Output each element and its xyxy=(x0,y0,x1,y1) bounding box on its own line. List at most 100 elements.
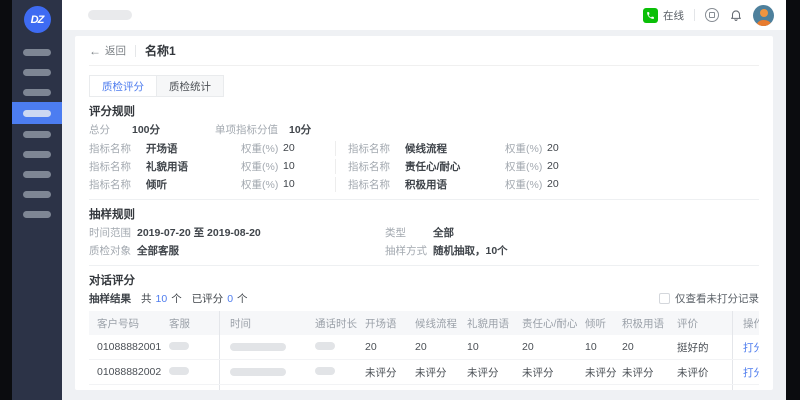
sidebar-item[interactable] xyxy=(12,144,62,164)
table-row: 01088882001 20 20 10 20 10 20 挺好的 xyxy=(89,335,759,360)
cell-score: 未评分 xyxy=(415,390,467,391)
inspect-target-value: 全部客服 xyxy=(137,243,179,258)
app-logo[interactable]: DZ xyxy=(24,6,51,33)
col-header-responsibility: 责任心/耐心 xyxy=(522,316,585,331)
cell-customer-number: 01088882001 xyxy=(89,341,169,353)
menu-placeholder xyxy=(23,211,51,218)
menu-placeholder xyxy=(23,89,51,96)
menu-placeholder xyxy=(23,151,51,158)
cell-score: 未评分 xyxy=(365,390,415,391)
score-link[interactable]: 打分 xyxy=(743,365,759,380)
cell-evaluation: 挺好的 xyxy=(677,340,732,355)
tab-quality-scoring[interactable]: 质检评分 xyxy=(89,75,157,97)
time-placeholder xyxy=(230,368,286,376)
col-header-call-duration: 通话时长 xyxy=(315,316,365,331)
col-header-listening: 倾听 xyxy=(585,316,622,331)
menu-placeholder xyxy=(23,69,51,76)
sampling-row: 时间范围 2019-07-20 至 2019-08-20 类型 全部 xyxy=(89,223,759,241)
breadcrumb-placeholder xyxy=(88,10,132,20)
sidebar-item-active[interactable] xyxy=(12,102,62,124)
sidebar-item[interactable] xyxy=(12,42,62,62)
total-count: 10 xyxy=(156,293,168,305)
sidebar-nav xyxy=(12,42,62,224)
weight-value: 20 xyxy=(547,160,559,172)
workbench-icon[interactable] xyxy=(705,8,719,22)
filter-label: 仅查看未打分记录 xyxy=(675,291,759,306)
table-header-row: 客户号码 客服 时间 通话时长 开场语 候线流程 礼貌用语 责任心/耐心 倾听 … xyxy=(89,311,759,335)
notification-bell-icon[interactable] xyxy=(729,8,743,22)
inspect-target-label: 质检对象 xyxy=(89,243,137,258)
duration-placeholder xyxy=(315,367,335,375)
app-window: DZ 在线 xyxy=(12,0,786,400)
score-link[interactable]: 打分 xyxy=(743,390,759,391)
menu-placeholder xyxy=(23,131,51,138)
indicator-name: 候线流程 xyxy=(405,141,505,156)
menu-placeholder xyxy=(23,49,51,56)
col-header-customer-number: 客户号码 xyxy=(89,316,169,331)
table-row: 01088882003 未评分 未评分 未评分 未评分 未评分 未评分 未 xyxy=(89,385,759,390)
cell-score: 未评分 xyxy=(622,390,677,391)
indicator-name: 积极用语 xyxy=(405,177,505,192)
cell-agent xyxy=(169,366,219,378)
sidebar-item[interactable] xyxy=(12,62,62,82)
cell-score: 20 xyxy=(522,341,585,353)
scored-label: 已评分 xyxy=(192,291,224,306)
tab-quality-statistics[interactable]: 质检统计 xyxy=(157,75,224,97)
cell-evaluation: 未评价 xyxy=(677,390,732,391)
section-title-dialog: 对话评分 xyxy=(89,274,759,289)
weight-label: 权重(%) xyxy=(241,141,283,156)
menu-placeholder xyxy=(23,110,51,117)
weight-label: 权重(%) xyxy=(505,159,547,174)
sidebar-item[interactable] xyxy=(12,82,62,102)
sidebar: DZ xyxy=(12,0,62,400)
online-status[interactable]: 在线 xyxy=(643,8,684,23)
col-header-hold-process: 候线流程 xyxy=(415,316,467,331)
card-header: ← 返回 名称1 xyxy=(89,36,759,66)
detail-card: ← 返回 名称1 质检评分 质检统计 评分规则 总分 100分 xyxy=(75,36,773,390)
total-prefix: 共 xyxy=(141,291,152,306)
col-header-positive-language: 积极用语 xyxy=(622,316,677,331)
cell-score: 未评分 xyxy=(585,390,622,391)
indicator-name-label: 指标名称 xyxy=(348,177,405,192)
phone-status-icon xyxy=(643,8,658,23)
indicator-name-label: 指标名称 xyxy=(89,159,146,174)
indicator-name-label: 指标名称 xyxy=(348,141,405,156)
weight-value: 10 xyxy=(283,178,295,190)
sidebar-item[interactable] xyxy=(12,164,62,184)
user-avatar[interactable] xyxy=(753,5,774,26)
back-label: 返回 xyxy=(105,43,126,58)
cell-score: 10 xyxy=(585,341,622,353)
indicator-name: 责任心/耐心 xyxy=(405,159,505,174)
header-divider xyxy=(135,45,136,57)
single-score-value: 10分 xyxy=(289,122,311,137)
cell-score: 未评分 xyxy=(585,365,622,380)
filter-checkbox[interactable] xyxy=(659,293,670,304)
cell-agent xyxy=(169,341,219,353)
cell-customer-number: 01088882002 xyxy=(89,366,169,378)
cell-score: 未评分 xyxy=(522,390,585,391)
col-header-evaluation: 评价 xyxy=(677,316,732,331)
weight-label: 权重(%) xyxy=(241,177,283,192)
scored-count: 0 xyxy=(227,293,233,305)
table-body: 01088882001 20 20 10 20 10 20 挺好的 xyxy=(89,335,759,390)
section-title-scoring: 评分规则 xyxy=(89,105,759,120)
col-header-time: 时间 xyxy=(219,311,315,335)
back-button[interactable]: ← 返回 xyxy=(89,43,126,58)
weight-label: 权重(%) xyxy=(505,177,547,192)
online-label: 在线 xyxy=(663,8,684,23)
menu-placeholder xyxy=(23,171,51,178)
cell-score: 20 xyxy=(415,341,467,353)
filter-unscored-toggle[interactable]: 仅查看未打分记录 xyxy=(659,291,759,306)
sidebar-item[interactable] xyxy=(12,184,62,204)
sidebar-item[interactable] xyxy=(12,204,62,224)
cell-time xyxy=(219,335,315,359)
col-header-agent: 客服 xyxy=(169,316,219,331)
scoring-meta-row: 总分 100分 单项指标分值 10分 xyxy=(89,120,759,139)
total-score-value: 100分 xyxy=(132,122,215,137)
weight-value: 20 xyxy=(547,142,559,154)
section-title-sampling: 抽样规则 xyxy=(89,208,759,223)
weight-label: 权重(%) xyxy=(241,159,283,174)
sidebar-item[interactable] xyxy=(12,124,62,144)
score-link[interactable]: 打分 xyxy=(743,340,759,355)
table-row: 01088882002 未评分 未评分 未评分 未评分 未评分 未评分 未 xyxy=(89,360,759,385)
